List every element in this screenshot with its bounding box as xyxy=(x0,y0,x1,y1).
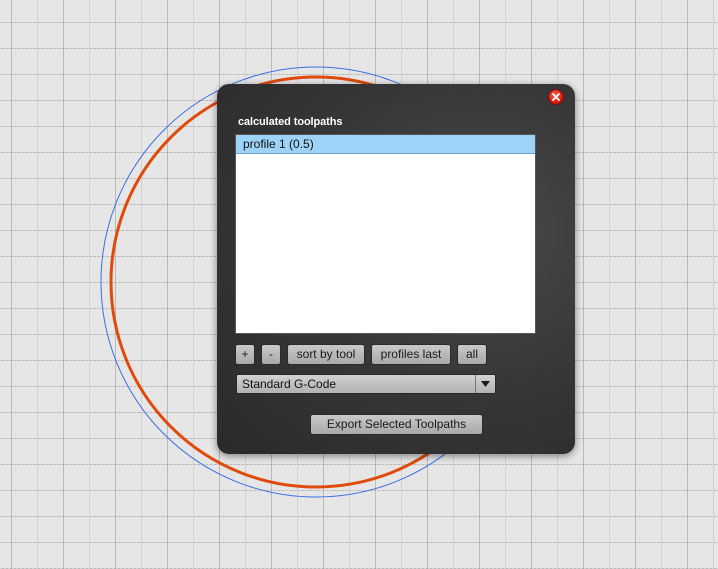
select-all-button[interactable]: all xyxy=(457,344,487,365)
gcode-format-select[interactable]: Standard G-Code xyxy=(236,374,496,394)
gcode-format-value: Standard G-Code xyxy=(242,377,337,391)
list-item[interactable]: profile 1 (0.5) xyxy=(236,135,535,154)
toolpath-list[interactable]: profile 1 (0.5) xyxy=(235,134,536,334)
remove-toolpath-button[interactable]: - xyxy=(261,344,281,365)
chevron-down-icon xyxy=(481,381,490,387)
close-icon xyxy=(552,93,560,101)
export-selected-toolpaths-button[interactable]: Export Selected Toolpaths xyxy=(310,414,483,435)
profiles-last-button[interactable]: profiles last xyxy=(371,344,451,365)
add-toolpath-button[interactable]: + xyxy=(235,344,255,365)
sort-by-tool-button[interactable]: sort by tool xyxy=(287,344,365,365)
toolpaths-dialog: calculated toolpaths profile 1 (0.5) + -… xyxy=(217,84,575,454)
close-button[interactable] xyxy=(548,89,564,105)
dialog-title: calculated toolpaths xyxy=(238,116,343,128)
select-arrow-button[interactable] xyxy=(475,375,495,393)
